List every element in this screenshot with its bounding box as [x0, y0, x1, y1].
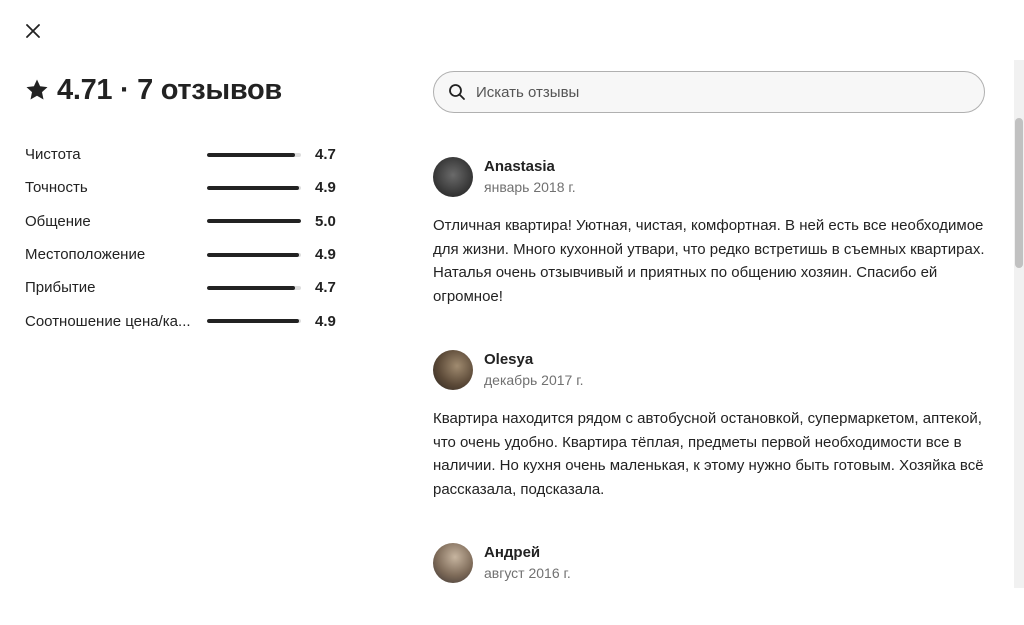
close-button[interactable] [20, 18, 46, 44]
avatar[interactable] [433, 543, 473, 583]
review-date: январь 2018 г. [484, 179, 576, 195]
review-header: Olesya декабрь 2017 г. [433, 350, 993, 390]
review-item: Olesya декабрь 2017 г. Квартира находитс… [433, 350, 993, 501]
rating-label: Местоположение [25, 246, 146, 264]
rating-bar [207, 319, 301, 324]
avatar[interactable] [433, 157, 473, 197]
review-meta: Olesya декабрь 2017 г. [484, 350, 583, 390]
close-icon [26, 24, 40, 38]
rating-bar-fill [207, 152, 296, 157]
review-meta: Андрей август 2016 г. [484, 543, 571, 583]
review-header: Андрей август 2016 г. [433, 543, 993, 583]
rating-bar-fill [207, 252, 300, 257]
rating-bar [207, 252, 301, 257]
search-input[interactable] [474, 71, 984, 113]
rating-bar-fill [207, 285, 296, 290]
rating-summary-text: 4.71 · 7 отзывов [57, 73, 282, 106]
rating-bar-fill [207, 319, 300, 324]
reviewer-name[interactable]: Андрей [484, 543, 571, 562]
rating-categories: Чистота 4.7 Точность 4.9 Общение 5.0 Мес… [25, 138, 355, 338]
rating-row: Местоположение 4.9 [25, 238, 355, 271]
rating-bar-fill [207, 185, 300, 190]
avatar[interactable] [433, 350, 473, 390]
rating-row: Точность 4.9 [25, 171, 355, 204]
rating-value: 4.9 [315, 246, 336, 264]
search-icon [448, 83, 466, 101]
rating-row: Прибытие 4.7 [25, 271, 355, 304]
rating-label: Прибытие [25, 279, 96, 297]
rating-summary: 4.71 · 7 отзывов [25, 70, 355, 110]
review-header: Anastasia январь 2018 г. [433, 157, 993, 197]
review-meta: Anastasia январь 2018 г. [484, 157, 576, 197]
rating-row: Соотношение цена/ка... 4.9 [25, 304, 355, 337]
star-icon [26, 79, 48, 100]
rating-bar [207, 152, 301, 157]
rating-value: 5.0 [315, 212, 336, 230]
rating-value: 4.9 [315, 179, 336, 197]
rating-bar [207, 285, 301, 290]
rating-label: Соотношение цена/ка... [25, 312, 191, 330]
review-text: Отличная квартира! Уютная, чистая, комфо… [433, 217, 985, 305]
rating-value: 4.9 [315, 312, 336, 330]
reviewer-name[interactable]: Anastasia [484, 157, 576, 176]
rating-bar [207, 219, 301, 224]
scrollbar-thumb[interactable] [1015, 118, 1023, 268]
review-item: Anastasia январь 2018 г. Отличная кварти… [433, 157, 993, 308]
review-item: Андрей август 2016 г. [433, 543, 993, 583]
rating-row: Чистота 4.7 [25, 138, 355, 171]
search-box[interactable] [433, 71, 985, 113]
review-text: Квартира находится рядом с автобусной ос… [433, 410, 984, 498]
reviewer-name[interactable]: Olesya [484, 350, 583, 369]
reviews-list: Anastasia январь 2018 г. Отличная кварти… [433, 157, 993, 625]
rating-value: 4.7 [315, 279, 336, 297]
rating-bar [207, 185, 301, 190]
rating-value: 4.7 [315, 146, 336, 164]
rating-label: Общение [25, 212, 91, 230]
review-date: август 2016 г. [484, 565, 571, 581]
review-date: декабрь 2017 г. [484, 372, 584, 388]
rating-bar-fill [207, 219, 301, 224]
rating-label: Чистота [25, 146, 81, 164]
rating-row: Общение 5.0 [25, 205, 355, 238]
ratings-panel: 4.71 · 7 отзывов Чистота 4.7 Точность 4.… [25, 70, 355, 338]
rating-label: Точность [25, 179, 88, 197]
